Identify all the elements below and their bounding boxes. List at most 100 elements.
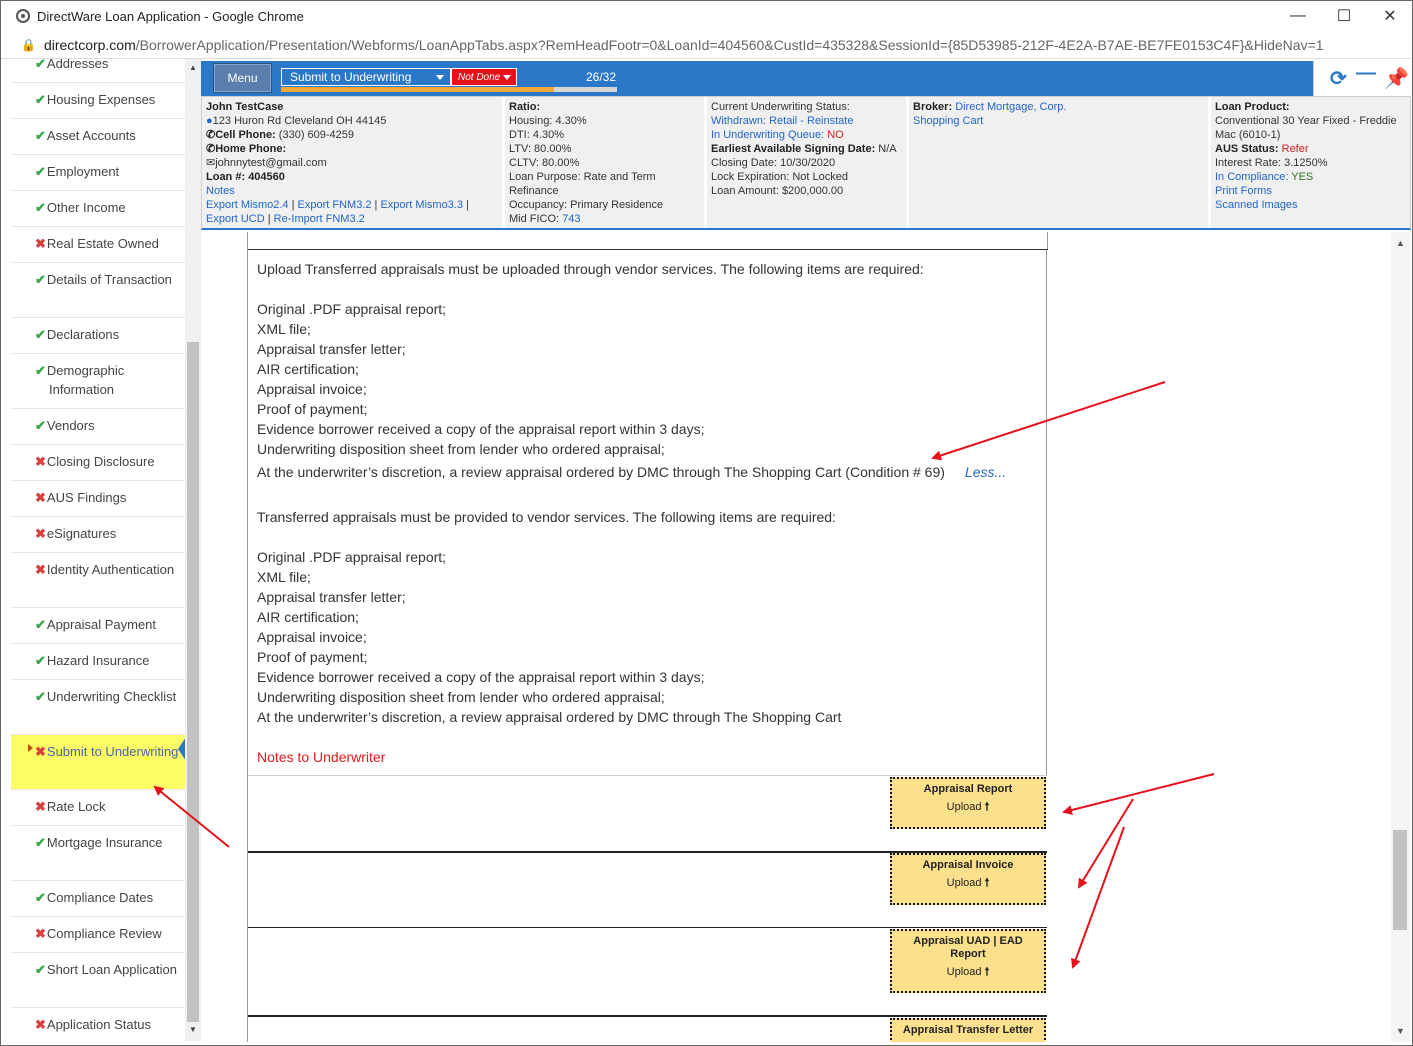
table-border	[1047, 232, 1048, 249]
sidebar-item[interactable]: ✖Real Estate Owned	[11, 227, 185, 263]
sidebar-item-text: ✖eSignatures	[21, 524, 116, 543]
sidebar-item[interactable]: ✔Short Loan Application	[11, 953, 185, 1008]
check-icon: ✔	[35, 689, 46, 704]
pin-icon[interactable]: 📌	[1384, 66, 1409, 91]
sidebar-item[interactable]: ✔Asset Accounts	[11, 119, 185, 155]
sidebar-item[interactable]: ✖Application Status	[11, 1008, 185, 1041]
sidebar-scrollbar[interactable]: ▲ ▼	[185, 59, 201, 1041]
scroll-down-icon[interactable]: ▼	[189, 1025, 197, 1034]
upload-appraisal-transfer-letter[interactable]: Appraisal Transfer Letter	[890, 1018, 1046, 1042]
borrower-column: John TestCase ●123 Huron Rd Cleveland OH…	[202, 97, 505, 228]
ratio-column: Ratio: Housing: 4.30% DTI: 4.30% LTV: 80…	[505, 97, 707, 228]
compliance-label[interactable]: In Compliance:	[1215, 171, 1288, 183]
sidebar-item[interactable]: ✖Compliance Review	[11, 917, 185, 953]
sidebar-item-text: ✔Employment	[21, 162, 119, 181]
sidebar-item-text: ✔Hazard Insurance	[21, 651, 150, 670]
sidebar-scroll-thumb[interactable]	[187, 342, 199, 1022]
sidebar-item[interactable]: ✖Submit to Underwriting	[11, 735, 185, 790]
sidebar-item[interactable]: ✖Rate Lock	[11, 790, 185, 826]
scroll-up-icon[interactable]: ▲	[1396, 238, 1405, 248]
sidebar-item[interactable]: ✔Other Income	[11, 191, 185, 227]
upload-label: Upload	[946, 801, 982, 813]
address-bar[interactable]: 🔒 directcorp.com /BorrowerApplication/Pr…	[1, 31, 1412, 59]
browser-window: DirectWare Loan Application - Google Chr…	[0, 0, 1413, 1046]
print-forms-link[interactable]: Print Forms	[1215, 185, 1272, 197]
sidebar-item[interactable]: ✔Addresses	[11, 59, 185, 83]
required-item: Appraisal invoice;	[257, 629, 367, 645]
sidebar-item-label: Submit to Underwriting	[46, 744, 179, 759]
notes-link[interactable]: Notes	[206, 185, 235, 197]
notes-to-underwriter[interactable]: Notes to Underwriter	[257, 747, 1037, 767]
sidebar-item[interactable]: ✔Declarations	[11, 318, 185, 354]
sidebar-item[interactable]: ✖Identity Authentication	[11, 553, 185, 608]
sidebar-item-label: Real Estate Owned	[46, 236, 159, 251]
maximize-icon[interactable]: ☐	[1321, 1, 1367, 31]
minimize-panel-icon[interactable]: —	[1356, 62, 1376, 85]
export-mismo33-link[interactable]: Export Mismo3.3	[380, 199, 463, 211]
ratio-ltv: LTV: 80.00%	[509, 143, 572, 155]
sidebar-item[interactable]: ✔Vendors	[11, 409, 185, 445]
minimize-icon[interactable]: —	[1275, 1, 1321, 31]
upload-appraisal-report[interactable]: Appraisal Report Upload 🠕	[890, 777, 1046, 829]
menu-button[interactable]: Menu	[213, 63, 272, 93]
sidebar-item[interactable]: ✔Housing Expenses	[11, 83, 185, 119]
home-label: Home Phone:	[215, 143, 287, 155]
close-icon[interactable]: ✕	[1367, 1, 1412, 31]
export-mismo24-link[interactable]: Export Mismo2.4	[206, 199, 289, 211]
upload-appraisal-invoice[interactable]: Appraisal Invoice Upload 🠕	[890, 853, 1046, 905]
scroll-down-icon[interactable]: ▼	[1396, 1026, 1405, 1036]
required-item: XML file;	[257, 321, 311, 337]
sidebar-item-label: Application Status	[46, 1017, 151, 1032]
status-select[interactable]: Not Done	[451, 68, 517, 86]
uw-status-link[interactable]: Withdrawn: Retail - Reinstate	[711, 115, 853, 127]
table-border	[247, 232, 248, 249]
uw-queue-label: In Underwriting Queue:	[711, 129, 825, 141]
sidebar-item[interactable]: ✔Appraisal Payment	[11, 608, 185, 644]
content-scroll-thumb[interactable]	[1393, 830, 1407, 930]
app-logo-icon	[16, 9, 30, 23]
loan-number: 404560	[248, 171, 285, 183]
sidebar-item[interactable]: ✔Details of Transaction	[11, 263, 185, 318]
sidebar-item[interactable]: ✖Closing Disclosure	[11, 445, 185, 481]
broker-link[interactable]: Direct Mortgage, Corp.	[955, 101, 1066, 113]
sidebar-item-label: Vendors	[46, 418, 95, 433]
sidebar-item-text: ✔Mortgage Insurance	[21, 833, 163, 852]
uw-status-label: Current Underwriting Status:	[711, 101, 850, 113]
reimport-fnm32-link[interactable]: Re-Import FNM3.2	[274, 213, 365, 225]
url-host: directcorp.com	[43, 36, 136, 53]
upload-title: Appraisal UAD | EAD Report	[913, 935, 1023, 960]
less-link[interactable]: Less...	[965, 464, 1006, 480]
main-content: Upload Transferred appraisals must be up…	[201, 232, 1391, 1042]
sidebar-item[interactable]: ✔Compliance Dates	[11, 881, 185, 917]
export-ucd-link[interactable]: Export UCD	[206, 213, 265, 225]
sidebar-item[interactable]: ✖eSignatures	[11, 517, 185, 553]
x-icon: ✖	[35, 799, 46, 814]
scroll-up-icon[interactable]: ▲	[189, 63, 197, 72]
sidebar-item-text: ✖Compliance Review	[21, 924, 162, 943]
sidebar-item[interactable]: ✔Hazard Insurance	[11, 644, 185, 680]
upload-arrow-icon: 🠕	[984, 966, 990, 978]
export-fnm32-link[interactable]: Export FNM3.2	[298, 199, 372, 211]
required-item: Evidence borrower received a copy of the…	[257, 669, 705, 685]
upload-appraisal-uad-ead[interactable]: Appraisal UAD | EAD Report Upload 🠕	[890, 929, 1046, 993]
progress-bar	[281, 87, 617, 92]
sidebar-item-text: ✖Application Status	[21, 1015, 151, 1034]
content-scrollbar[interactable]: ▲ ▼	[1391, 232, 1411, 1042]
sidebar-item[interactable]: ✖AUS Findings	[11, 481, 185, 517]
refresh-icon[interactable]: ⟳	[1330, 66, 1347, 91]
sidebar-item[interactable]: ✔Underwriting Checklist	[11, 680, 185, 735]
tab-select[interactable]: Submit to Underwriting	[281, 68, 451, 86]
sidebar-item-label: Employment	[46, 164, 120, 179]
scanned-images-link[interactable]: Scanned Images	[1215, 199, 1298, 211]
sidebar-item-text: ✔Addresses	[21, 59, 108, 73]
sidebar-item[interactable]: ✔Demographic Information	[11, 354, 185, 409]
sidebar-item[interactable]: ✔Mortgage Insurance	[11, 826, 185, 881]
fico-link[interactable]: 743	[562, 213, 580, 225]
required-item: XML file;	[257, 569, 311, 585]
required-item: AIR certification;	[257, 361, 359, 377]
sidebar-item[interactable]: ✔Employment	[11, 155, 185, 191]
check-icon: ✔	[35, 200, 46, 215]
check-icon: ✔	[35, 272, 46, 287]
shopping-cart-link[interactable]: Shopping Cart	[913, 115, 983, 127]
sidebar-item-label: Short Loan Application	[46, 962, 178, 977]
